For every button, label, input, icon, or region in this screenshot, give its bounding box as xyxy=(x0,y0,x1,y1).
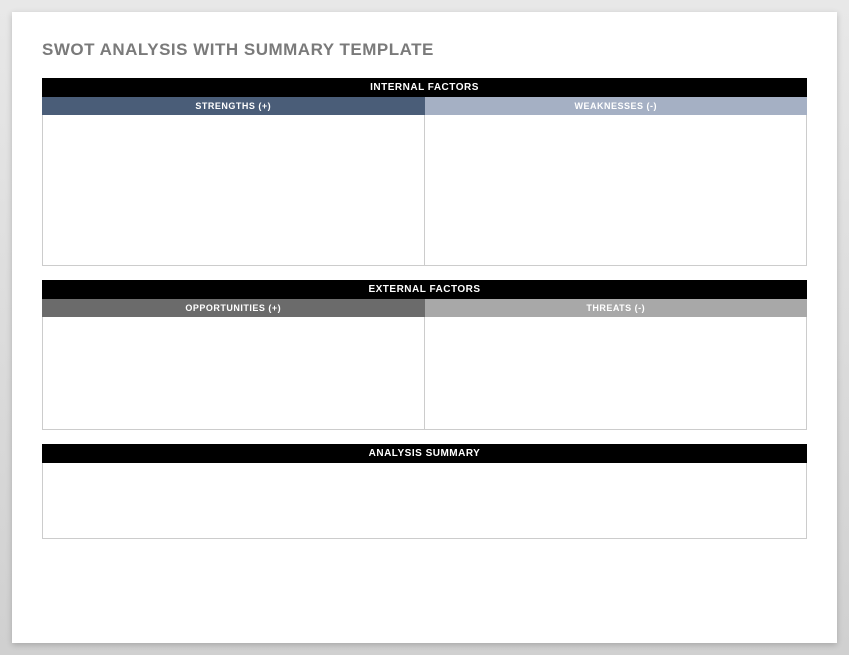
external-content-row xyxy=(42,317,807,430)
threats-cell[interactable] xyxy=(425,317,806,429)
strengths-cell[interactable] xyxy=(43,115,425,265)
analysis-summary-header: ANALYSIS SUMMARY xyxy=(42,444,807,463)
internal-factors-header: INTERNAL FACTORS xyxy=(42,78,807,97)
page-title: SWOT ANALYSIS WITH SUMMARY TEMPLATE xyxy=(42,40,807,60)
internal-factors-section: INTERNAL FACTORS STRENGTHS (+) WEAKNESSE… xyxy=(42,78,807,266)
analysis-summary-cell[interactable] xyxy=(42,463,807,539)
document-page: SWOT ANALYSIS WITH SUMMARY TEMPLATE INTE… xyxy=(12,12,837,643)
opportunities-header: OPPORTUNITIES (+) xyxy=(42,299,425,317)
weaknesses-cell[interactable] xyxy=(425,115,806,265)
strengths-header: STRENGTHS (+) xyxy=(42,97,425,115)
threats-header: THREATS (-) xyxy=(425,299,808,317)
external-col-headers: OPPORTUNITIES (+) THREATS (-) xyxy=(42,299,807,317)
weaknesses-header: WEAKNESSES (-) xyxy=(425,97,808,115)
opportunities-cell[interactable] xyxy=(43,317,425,429)
internal-col-headers: STRENGTHS (+) WEAKNESSES (-) xyxy=(42,97,807,115)
external-factors-header: EXTERNAL FACTORS xyxy=(42,280,807,299)
internal-content-row xyxy=(42,115,807,266)
external-factors-section: EXTERNAL FACTORS OPPORTUNITIES (+) THREA… xyxy=(42,280,807,430)
analysis-summary-section: ANALYSIS SUMMARY xyxy=(42,444,807,539)
